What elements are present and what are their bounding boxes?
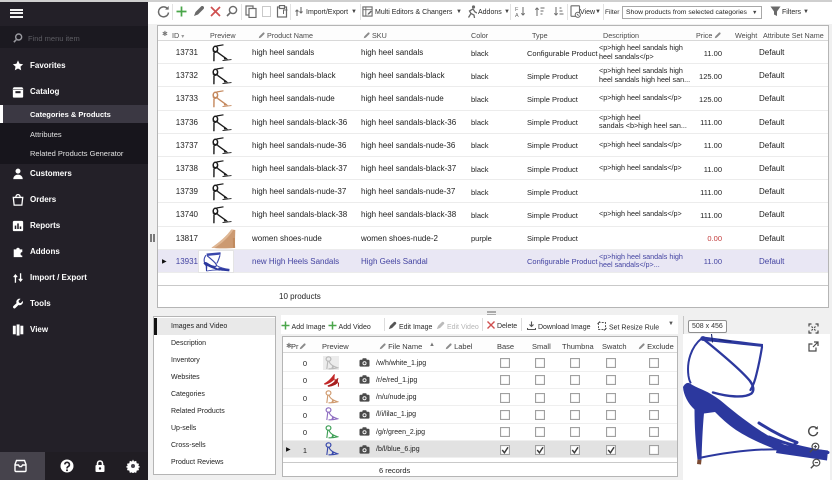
svg-text:A: A xyxy=(515,13,519,17)
